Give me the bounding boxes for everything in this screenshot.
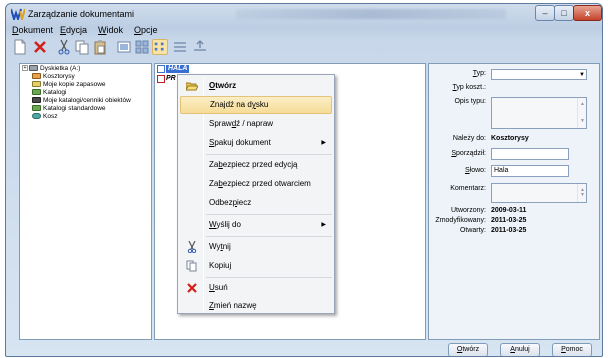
catalog-icon	[32, 89, 41, 96]
scrollbar[interactable]	[577, 98, 586, 128]
utworzony-value: 2009-03-11	[491, 207, 527, 214]
context-menu: Otwórz Znajdź na dysku Sprawdź / napraw …	[177, 74, 335, 314]
open-folder-icon	[186, 82, 198, 91]
menu-dokument[interactable]: Dokument	[12, 25, 53, 35]
opis-typu-field[interactable]	[491, 97, 587, 129]
typ-kosztu-label: Typ koszt.:	[452, 84, 486, 91]
menu-bar: Dokument Edycja Widok Opcje	[6, 24, 602, 37]
ctx-item-otworz[interactable]: Otwórz	[180, 77, 332, 95]
floppy-drive-icon	[29, 65, 38, 72]
ctx-item-zabezpiecz-otwarcie[interactable]: Zabezpiecz przed otwarciem	[180, 175, 332, 193]
delete-icon[interactable]	[32, 39, 48, 55]
up-level-icon[interactable]	[192, 39, 208, 55]
menu-widok[interactable]: Widok	[98, 25, 123, 35]
utworzony-label: Utworzony:	[450, 207, 486, 214]
ctx-item-zmien-nazwe[interactable]: Zmień nazwę	[180, 297, 332, 315]
chevron-down-icon[interactable]: ▼	[579, 71, 585, 80]
otwarty-value: 2011-03-25	[491, 227, 527, 234]
toolbar	[6, 37, 602, 57]
typ-select[interactable]: ▼	[491, 69, 587, 80]
scrollbar[interactable]	[577, 184, 586, 202]
menu-opcje[interactable]: Opcje	[134, 25, 158, 35]
otwarty-label: Otwarty:	[459, 227, 486, 234]
komentarz-field[interactable]	[491, 183, 587, 203]
title-bar-blurred-area	[236, 9, 506, 19]
ctx-item-usun[interactable]: Usuń	[180, 279, 332, 297]
copy-icon[interactable]	[74, 39, 90, 55]
document-item-selected[interactable]: HALA	[166, 65, 190, 73]
ctx-item-sprawdz[interactable]: Sprawdź / napraw	[180, 115, 332, 133]
ctx-item-kopiuj[interactable]: Kopiuj	[180, 257, 332, 275]
cut-icon[interactable]	[56, 39, 72, 55]
title-bar[interactable]: Zarządzanie dokumentami – □ x	[6, 4, 602, 24]
ctx-item-odbezpiecz[interactable]: Odbezpiecz	[180, 194, 332, 212]
slowo-field[interactable]: Hala	[491, 165, 569, 177]
menu-separator	[206, 236, 332, 237]
submenu-arrow-icon: ▶	[321, 140, 326, 146]
view-large-icons-icon[interactable]	[116, 39, 132, 55]
document-item[interactable]: PR	[166, 75, 176, 83]
submenu-arrow-icon: ▶	[321, 222, 326, 228]
help-button[interactable]: Pomoc	[552, 343, 592, 356]
ctx-item-znajdz[interactable]: Znajdź na dysku	[180, 96, 332, 114]
open-button[interactable]: Otwórz	[448, 343, 488, 356]
window-title: Zarządzanie dokumentami	[28, 9, 135, 19]
paste-icon[interactable]	[92, 39, 108, 55]
minimize-button[interactable]: –	[535, 5, 555, 21]
menu-separator	[206, 214, 332, 215]
delete-icon	[187, 283, 197, 293]
ctx-item-spakuj[interactable]: Spakuj dokument ▶	[180, 134, 332, 152]
sporzadzil-label: Sporządził:	[451, 150, 486, 157]
document-icon	[157, 65, 165, 73]
app-logo-icon	[11, 8, 25, 20]
scissors-icon	[187, 241, 197, 253]
view-details-icon[interactable]	[172, 39, 188, 55]
ctx-item-wytnij[interactable]: Wytnij	[180, 238, 332, 256]
komentarz-label: Komentarz:	[450, 185, 486, 192]
copy-icon	[186, 260, 197, 272]
tree-item-moje-katalogi[interactable]: Moje katalogi/cenniki obiektów	[32, 97, 131, 105]
typ-label: Typ:	[472, 70, 486, 77]
menu-separator	[206, 154, 332, 155]
properties-panel: Typ: ▼ Typ koszt.: Opis typu: Należy do:…	[428, 63, 600, 340]
catalog-icon	[32, 105, 41, 112]
opis-typu-label: Opis typu:	[454, 98, 486, 105]
view-small-icons-icon[interactable]	[134, 39, 150, 55]
new-document-icon[interactable]	[12, 39, 28, 55]
recycle-bin-icon	[32, 113, 41, 120]
catalog-icon	[32, 97, 41, 104]
tree-item-dyskietka[interactable]: + Dyskietka (A:)	[22, 65, 80, 73]
expand-icon[interactable]: +	[22, 65, 28, 72]
cancel-button[interactable]: Anuluj	[500, 343, 540, 356]
document-icon	[157, 75, 165, 83]
ctx-item-zabezpiecz-edycja[interactable]: Zabezpiecz przed edycją	[180, 156, 332, 174]
tree-item-katalogi[interactable]: Katalogi	[32, 89, 67, 97]
menu-edycja[interactable]: Edycja	[60, 25, 87, 35]
view-list-icon[interactable]	[152, 39, 168, 55]
tree-item-kosztorysy[interactable]: Kosztorysy	[32, 73, 75, 81]
folder-tree[interactable]: + Dyskietka (A:) Kosztorysy Moje kopie za…	[19, 63, 152, 340]
folder-icon	[32, 81, 41, 88]
maximize-button[interactable]: □	[554, 5, 574, 21]
sporzadzil-field[interactable]	[491, 148, 569, 160]
slowo-label: Słowo:	[464, 167, 486, 174]
tree-item-kopie[interactable]: Moje kopie zapasowe	[32, 81, 106, 89]
main-window: Zarządzanie dokumentami – □ x Dokument E…	[5, 3, 603, 357]
close-button[interactable]: x	[573, 5, 602, 21]
ctx-item-wyslij[interactable]: Wyślij do ▶	[180, 216, 332, 234]
folder-icon	[32, 73, 41, 80]
nalezy-do-label: Należy do:	[452, 135, 486, 142]
tree-item-kosz[interactable]: Kosz	[32, 113, 57, 121]
zmodyfikowany-value: 2011-03-25	[491, 217, 527, 224]
menu-separator	[206, 277, 332, 278]
tree-item-katalogi-standardowe[interactable]: Katalogi standardowe	[32, 105, 106, 113]
nalezy-do-value: Kosztorysy	[491, 135, 529, 142]
zmodyfikowany-label: Zmodyfikowany:	[435, 217, 486, 224]
